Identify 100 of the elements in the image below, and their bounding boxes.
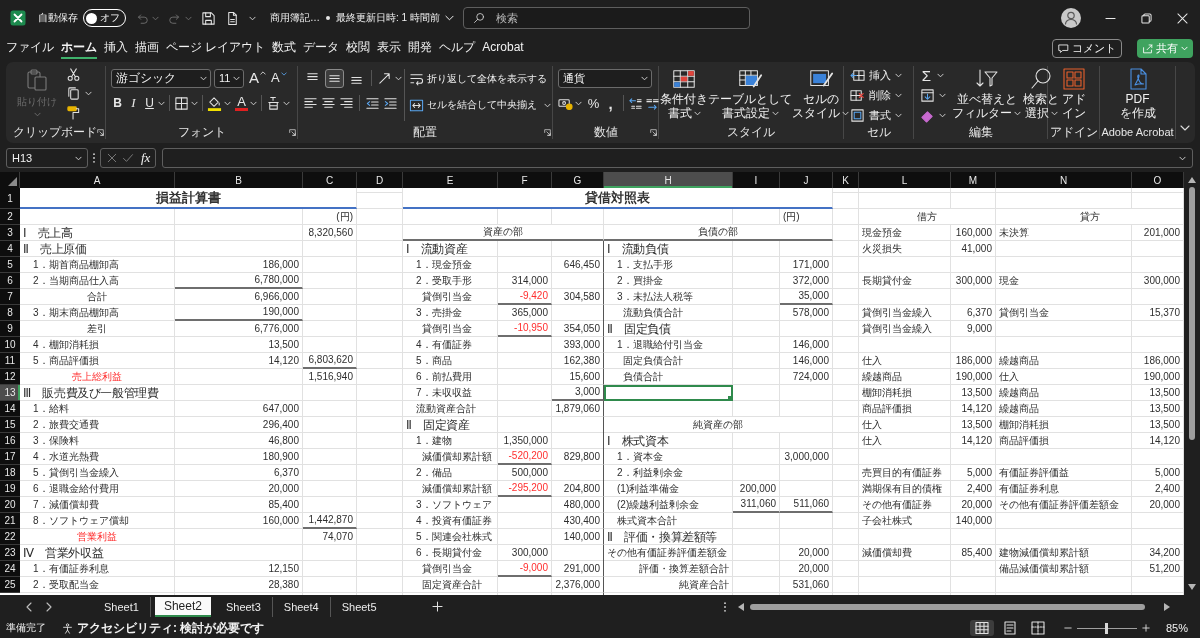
grow-font-button[interactable]: A [249,69,266,87]
row-header[interactable]: 25 [0,577,20,593]
menu-tab[interactable]: 挿入 [104,37,128,59]
autosum-button[interactable]: Σ [920,66,933,85]
menu-tab[interactable]: ページ レイアウト [166,37,266,59]
menu-tab[interactable]: 表示 [377,37,402,59]
column-header[interactable]: F [498,172,552,188]
zoom-level[interactable]: 85% [1165,622,1188,634]
scissors-icon[interactable] [66,67,81,82]
row-header[interactable]: 18 [0,465,20,481]
sheet-tab[interactable]: Sheet1 [93,596,151,617]
create-pdf-button[interactable]: PDF を作成 [1119,66,1156,125]
search-field[interactable]: 検索 [463,7,750,29]
add-sheet-icon[interactable] [431,601,443,612]
row-header[interactable]: 6 [0,273,20,289]
shrink-font-button[interactable]: A [271,70,287,88]
column-header[interactable]: D [357,172,403,188]
restore-icon[interactable] [1141,12,1152,24]
row-header[interactable]: 22 [0,529,20,545]
fill-handle-icon[interactable] [728,396,733,401]
sort-filter-button[interactable]: 並べ替えと フィルター [952,66,1021,125]
borders-icon[interactable] [174,95,189,111]
horizontal-scrollbar[interactable] [738,601,1170,612]
row-header[interactable]: 20 [0,497,20,513]
row-header[interactable]: 7 [0,289,20,305]
scrollbar-thumb[interactable] [1189,187,1195,440]
align-center-icon[interactable] [321,95,336,111]
row-header[interactable]: 11 [0,353,20,369]
row-header[interactable]: 16 [0,433,20,449]
chevron-left-icon[interactable] [26,601,32,612]
decrease-indent-icon[interactable] [365,95,380,111]
italic-button[interactable]: I [127,94,140,112]
column-header[interactable]: K [833,172,859,188]
row-header[interactable]: 21 [0,513,20,529]
row-header[interactable]: 3 [0,225,20,241]
row-header[interactable]: 5 [0,257,20,273]
save-status[interactable]: 最終更新日時: 1 時間前 [336,11,440,25]
font-name-dropdown[interactable]: 游ゴシック [111,68,211,88]
avatar-icon[interactable] [1061,8,1081,28]
column-header[interactable]: I [733,172,780,188]
sheet-tab[interactable]: Sheet4 [272,596,331,617]
scroll-up-icon[interactable] [1188,177,1196,183]
row-header[interactable]: 19 [0,481,20,497]
dialog-launcher-icon[interactable] [97,128,104,136]
row-header[interactable]: 8 [0,305,20,321]
merge-center-button[interactable]: セルを結合して中央揃え [409,95,551,115]
scrollbar-thumb[interactable] [750,603,1145,610]
copy-icon[interactable] [66,86,81,101]
column-header[interactable]: O [1132,172,1184,188]
row-header[interactable]: 23 [0,545,20,561]
menu-tab[interactable]: 開発 [408,37,433,59]
column-header[interactable]: L [859,172,951,188]
insert-function-button[interactable]: fx [141,150,151,166]
menu-tab[interactable]: ファイル [6,37,54,59]
scroll-left-icon[interactable] [738,602,744,611]
comma-style-button[interactable]: , [604,94,617,112]
number-format-dropdown[interactable]: 通貨 [558,68,652,88]
find-select-button[interactable]: 検索と 選択 [1023,66,1059,125]
select-all-button[interactable] [0,172,20,188]
insert-cells-button[interactable]: 挿入 [850,67,902,84]
cancel-icon[interactable] [106,152,118,164]
row-header[interactable]: 4 [0,241,20,257]
scroll-down-icon[interactable] [1188,584,1196,590]
fill-down-icon[interactable] [920,88,935,103]
selected-cell[interactable] [604,385,733,401]
add-ins-button[interactable]: アド イン [1060,66,1087,125]
column-header[interactable]: J [780,172,833,188]
name-box[interactable]: H13 [6,148,88,168]
zoom-in-icon[interactable] [1141,624,1150,632]
delete-cells-button[interactable]: 削除 [850,87,902,104]
sheet-tab[interactable]: Sheet2 [154,596,211,617]
row-header[interactable]: 10 [0,337,20,353]
column-header[interactable]: N [996,172,1132,188]
chevron-down-icon[interactable] [1180,125,1190,131]
menu-tab[interactable]: データ [303,37,340,59]
menu-tab[interactable]: ヘルプ [439,37,476,59]
chevron-right-icon[interactable] [46,601,52,612]
scroll-right-icon[interactable] [1164,602,1170,611]
phonetic-guide-icon[interactable] [266,95,281,111]
row-header[interactable]: 2 [0,209,20,225]
zoom-slider-thumb[interactable] [1104,622,1108,634]
comment-button[interactable]: コメント [1052,38,1122,58]
increase-indent-icon[interactable] [383,95,398,111]
bold-button[interactable]: B [111,94,124,112]
document-icon[interactable] [225,10,240,26]
font-size-dropdown[interactable]: 11 [214,68,244,88]
column-header[interactable]: A [20,172,175,188]
check-icon[interactable] [122,152,134,164]
close-icon[interactable] [1177,12,1188,24]
dialog-launcher-icon[interactable] [544,128,551,136]
row-header[interactable]: 15 [0,417,20,433]
format-cells-button[interactable]: 書式 [850,107,902,124]
wrap-text-button[interactable]: 折り返して全体を表示する [409,69,551,89]
row-header[interactable]: 12 [0,369,20,385]
row-header[interactable]: 24 [0,561,20,577]
dialog-launcher-icon[interactable] [289,128,296,136]
accessibility-status[interactable]: アクセシビリティ: 検討が必要です [77,619,265,637]
row-header[interactable]: 1 [0,188,20,209]
format-as-table-button[interactable]: テーブルとして 書式設定 [708,66,792,125]
sheet-tab[interactable]: Sheet5 [330,596,388,617]
